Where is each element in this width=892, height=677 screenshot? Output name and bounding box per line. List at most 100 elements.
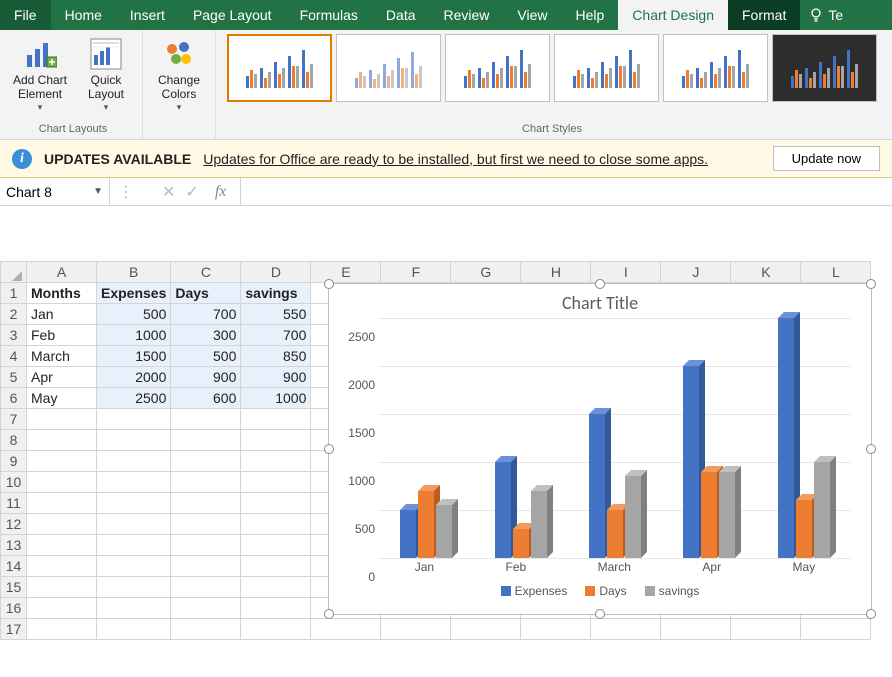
chart-legend[interactable]: ExpensesDayssavings (329, 574, 871, 604)
cell-E17[interactable] (311, 619, 381, 640)
bar[interactable] (589, 414, 605, 558)
cell-D4[interactable]: 850 (241, 346, 311, 367)
cell-A17[interactable] (27, 619, 97, 640)
cell-C13[interactable] (171, 535, 241, 556)
cell-C2[interactable]: 700 (171, 304, 241, 325)
column-header[interactable]: H (521, 262, 591, 283)
cell-B4[interactable]: 1500 (97, 346, 171, 367)
bar[interactable] (418, 491, 434, 558)
tell-me[interactable]: Te (800, 0, 851, 30)
cell-D2[interactable]: 550 (241, 304, 311, 325)
cell-B14[interactable] (97, 556, 171, 577)
cell-B15[interactable] (97, 577, 171, 598)
tab-chart-design[interactable]: Chart Design (618, 0, 728, 30)
cell-B12[interactable] (97, 514, 171, 535)
chart-style-6[interactable] (772, 34, 877, 102)
tab-file[interactable]: File (0, 0, 51, 30)
cell-B17[interactable] (97, 619, 171, 640)
cell-D11[interactable] (241, 493, 311, 514)
cancel-icon[interactable]: ✕ (162, 182, 175, 202)
cell-D7[interactable] (241, 409, 311, 430)
row-header[interactable]: 7 (1, 409, 27, 430)
cell-D9[interactable] (241, 451, 311, 472)
cell-C4[interactable]: 500 (171, 346, 241, 367)
embedded-chart[interactable]: Chart Title 05001000150020002500 JanFebM… (328, 283, 872, 615)
cell-A4[interactable]: March (27, 346, 97, 367)
cell-C8[interactable] (171, 430, 241, 451)
quick-layout-button[interactable]: Quick Layout ▾ (76, 34, 136, 113)
cell-C10[interactable] (171, 472, 241, 493)
legend-item[interactable]: savings (645, 584, 700, 598)
cell-K17[interactable] (731, 619, 801, 640)
row-header[interactable]: 8 (1, 430, 27, 451)
legend-item[interactable]: Expenses (501, 584, 568, 598)
tab-review[interactable]: Review (430, 0, 504, 30)
bar[interactable] (814, 462, 830, 558)
cell-D17[interactable] (241, 619, 311, 640)
cell-A5[interactable]: Apr (27, 367, 97, 388)
cell-A7[interactable] (27, 409, 97, 430)
tab-page-layout[interactable]: Page Layout (179, 0, 286, 30)
chart-style-1[interactable] (227, 34, 332, 102)
column-header[interactable]: E (311, 262, 381, 283)
row-header[interactable]: 4 (1, 346, 27, 367)
cell-C15[interactable] (171, 577, 241, 598)
cell-A13[interactable] (27, 535, 97, 556)
cell-C12[interactable] (171, 514, 241, 535)
row-header[interactable]: 9 (1, 451, 27, 472)
bar[interactable] (400, 510, 416, 558)
bar[interactable] (778, 318, 794, 558)
row-header[interactable]: 2 (1, 304, 27, 325)
tab-formulas[interactable]: Formulas (286, 0, 372, 30)
enter-icon[interactable]: ✓ (185, 182, 198, 202)
cell-B3[interactable]: 1000 (97, 325, 171, 346)
cell-C1[interactable]: Days (171, 283, 241, 304)
chart-style-2[interactable] (336, 34, 441, 102)
row-header[interactable]: 5 (1, 367, 27, 388)
banner-message[interactable]: Updates for Office are ready to be insta… (203, 151, 708, 167)
bar-group[interactable] (495, 462, 547, 558)
chart-style-3[interactable] (445, 34, 550, 102)
cell-H17[interactable] (521, 619, 591, 640)
resize-handle[interactable] (324, 444, 334, 454)
cell-C14[interactable] (171, 556, 241, 577)
cell-D15[interactable] (241, 577, 311, 598)
cell-B13[interactable] (97, 535, 171, 556)
cell-A6[interactable]: May (27, 388, 97, 409)
column-header[interactable]: F (381, 262, 451, 283)
cell-B9[interactable] (97, 451, 171, 472)
tab-insert[interactable]: Insert (116, 0, 179, 30)
column-header[interactable]: D (241, 262, 311, 283)
column-header[interactable]: A (27, 262, 97, 283)
cell-C11[interactable] (171, 493, 241, 514)
bar[interactable] (719, 472, 735, 558)
cell-C6[interactable]: 600 (171, 388, 241, 409)
row-header[interactable]: 15 (1, 577, 27, 598)
cell-B11[interactable] (97, 493, 171, 514)
row-header[interactable]: 10 (1, 472, 27, 493)
cell-J17[interactable] (661, 619, 731, 640)
cell-A10[interactable] (27, 472, 97, 493)
chart-plot-area[interactable] (379, 318, 851, 558)
bar-group[interactable] (589, 414, 641, 558)
tab-format[interactable]: Format (728, 0, 800, 30)
row-header[interactable]: 13 (1, 535, 27, 556)
cell-D10[interactable] (241, 472, 311, 493)
resize-handle[interactable] (324, 609, 334, 619)
cell-A8[interactable] (27, 430, 97, 451)
cell-C16[interactable] (171, 598, 241, 619)
cell-D14[interactable] (241, 556, 311, 577)
bar[interactable] (436, 505, 452, 558)
cell-C7[interactable] (171, 409, 241, 430)
bar[interactable] (701, 472, 717, 558)
bar[interactable] (625, 476, 641, 558)
bar-group[interactable] (400, 491, 452, 558)
bar[interactable] (513, 529, 529, 558)
tab-home[interactable]: Home (51, 0, 116, 30)
cell-C5[interactable]: 900 (171, 367, 241, 388)
cell-B5[interactable]: 2000 (97, 367, 171, 388)
cell-D5[interactable]: 900 (241, 367, 311, 388)
column-header[interactable]: K (731, 262, 801, 283)
cell-A3[interactable]: Feb (27, 325, 97, 346)
cell-D3[interactable]: 700 (241, 325, 311, 346)
